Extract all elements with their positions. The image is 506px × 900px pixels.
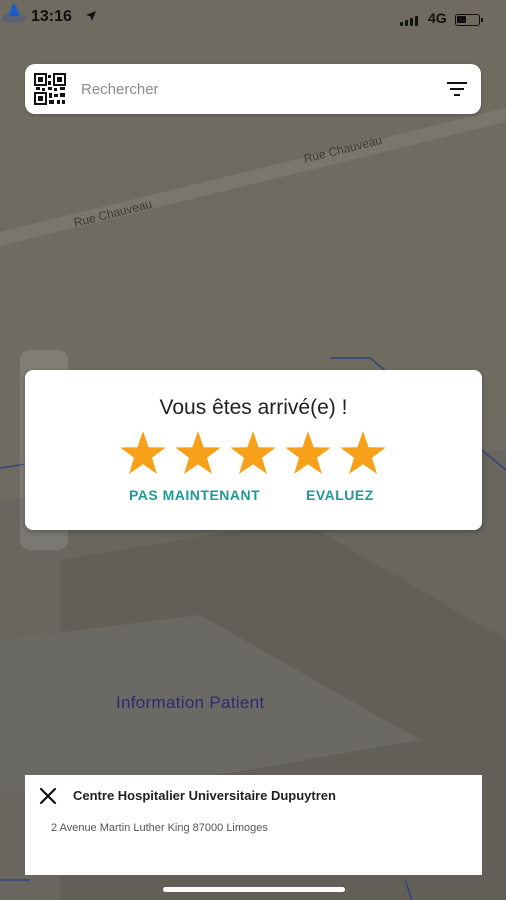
star-icon[interactable]: [119, 430, 167, 474]
search-input[interactable]: [81, 76, 411, 102]
home-indicator[interactable]: [163, 887, 345, 892]
place-name: Centre Hospitalier Universitaire Dupuytr…: [73, 788, 336, 803]
status-time: 13:16: [31, 8, 72, 25]
poi-label[interactable]: Information Patient: [116, 693, 264, 713]
not-now-button[interactable]: PAS MAINTENANT: [129, 487, 260, 503]
rating-dialog: Vous êtes arrivé(e) ! PAS MAINTENANT EVA…: [25, 370, 482, 530]
rate-button[interactable]: EVALUEZ: [306, 487, 374, 503]
star-icon[interactable]: [174, 430, 222, 474]
signal-strength-icon: [400, 15, 418, 26]
star-icon[interactable]: [339, 430, 387, 474]
filter-icon[interactable]: [445, 77, 469, 101]
network-type: 4G: [428, 10, 447, 26]
close-icon[interactable]: [38, 786, 58, 806]
rating-title: Vous êtes arrivé(e) !: [159, 396, 348, 419]
location-arrow-icon: [86, 11, 96, 21]
status-bar: 13:16 4G: [0, 0, 506, 40]
search-bar: [25, 64, 481, 114]
star-rating: [119, 430, 387, 474]
star-icon[interactable]: [229, 430, 277, 474]
star-icon[interactable]: [284, 430, 332, 474]
qr-code-icon[interactable]: [34, 73, 66, 105]
battery-icon: [455, 14, 483, 26]
place-sheet[interactable]: Centre Hospitalier Universitaire Dupuytr…: [25, 775, 482, 875]
place-address: 2 Avenue Martin Luther King 87000 Limoge…: [51, 822, 268, 834]
